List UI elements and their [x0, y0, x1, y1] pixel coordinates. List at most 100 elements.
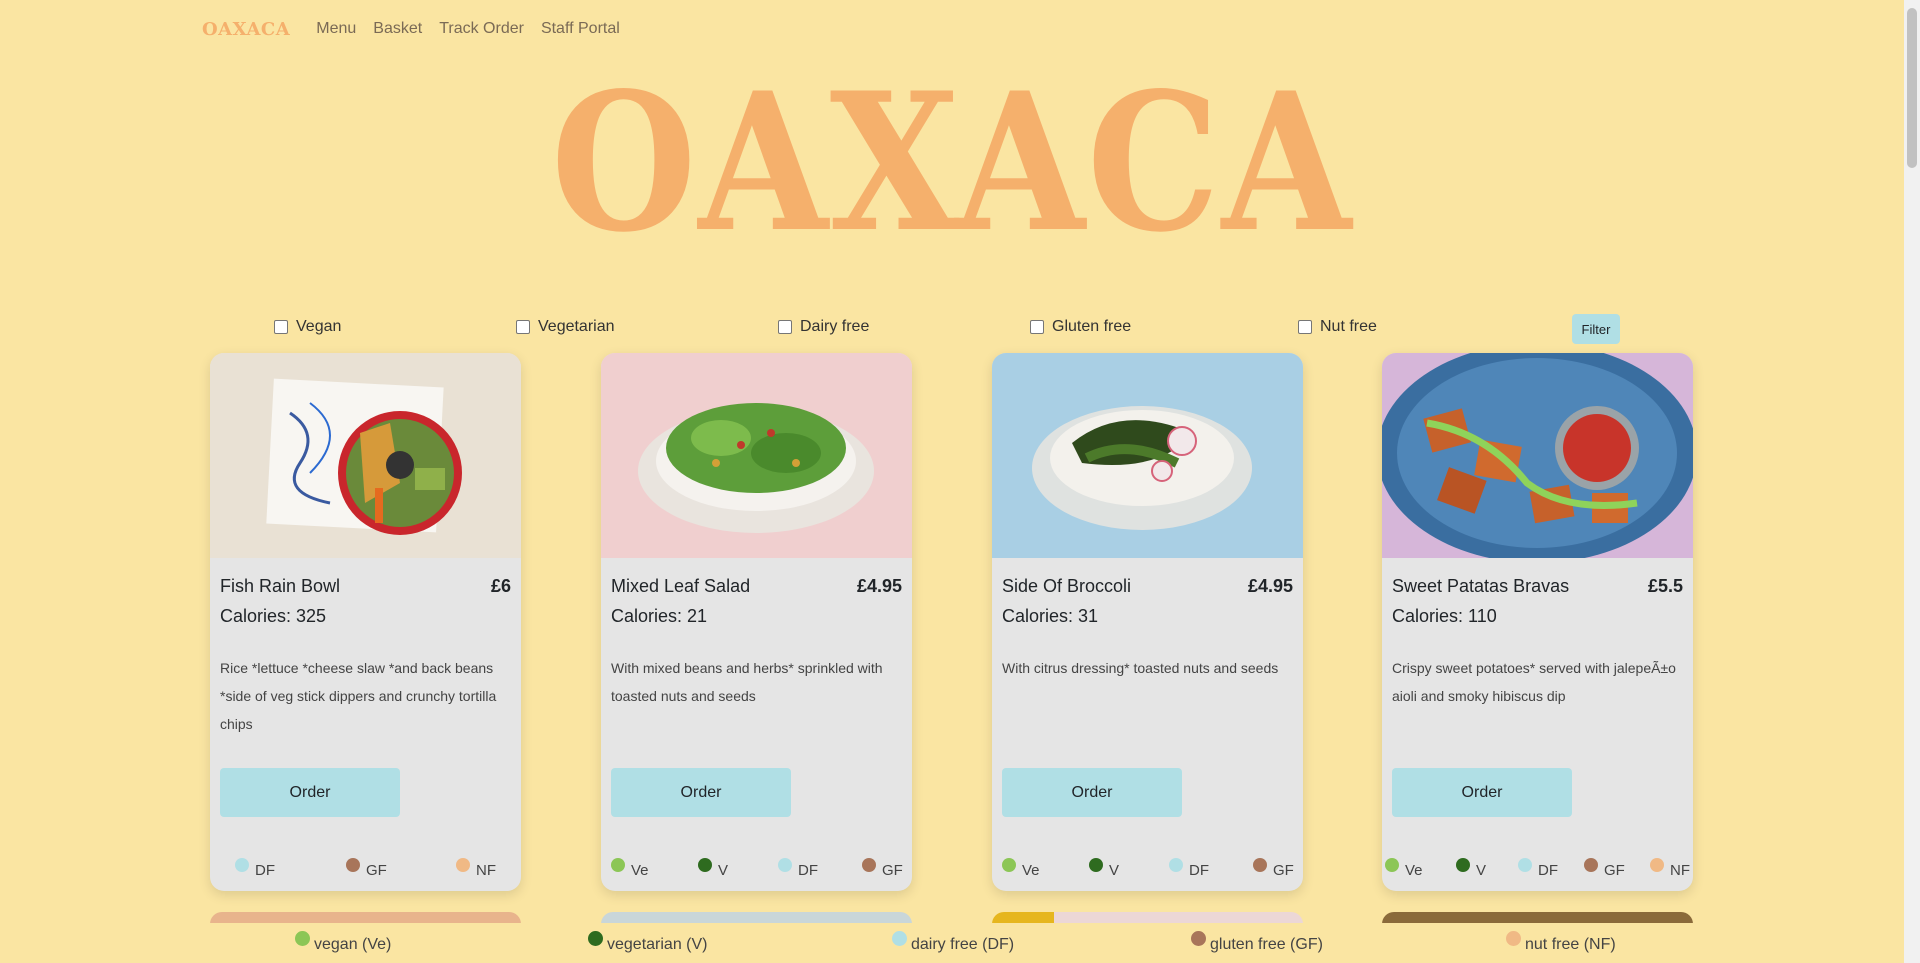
- tag-label: GF: [1604, 862, 1625, 879]
- filter-vegan[interactable]: Vegan: [274, 318, 341, 336]
- legend-gluten-free: gluten free (GF): [1191, 931, 1323, 954]
- nav-link-track-order[interactable]: Track Order: [439, 20, 524, 38]
- filter-button[interactable]: Filter: [1572, 314, 1620, 344]
- menu-card: Fish Rain Bowl £6 Calories: 325 Rice *le…: [210, 353, 521, 891]
- dairy-free-dot-icon: [235, 858, 249, 872]
- dish-calories: Calories: 325: [220, 606, 327, 626]
- legend-dairy-free: dairy free (DF): [892, 931, 1014, 954]
- menu-card: Sweet Patatas Bravas £5.5 Calories: 110 …: [1382, 353, 1693, 891]
- filter-label: Nut free: [1320, 318, 1377, 335]
- legend-vegan: vegan (Ve): [295, 931, 391, 954]
- dish-image: [992, 353, 1303, 558]
- tag-label: DF: [798, 862, 818, 879]
- tag-label: V: [1109, 862, 1120, 879]
- legend-label: vegetarian (V): [607, 936, 708, 953]
- tag-label: NF: [1670, 862, 1690, 879]
- dish-calories: Calories: 31: [1002, 606, 1099, 626]
- dish-calories: Calories: 21: [611, 606, 708, 626]
- dish-description: With citrus dressing* toasted nuts and s…: [1002, 660, 1279, 676]
- tag-label: DF: [1189, 862, 1209, 879]
- vegan-dot-icon: [611, 858, 625, 872]
- menu-card: Mixed Leaf Salad £4.95 Calories: 21 With…: [601, 353, 912, 891]
- dish-description: Crispy sweet potatoes* served with jalep…: [1392, 660, 1676, 704]
- dairy-free-dot-icon: [892, 931, 907, 946]
- tag-gf: GF: [1584, 858, 1625, 879]
- vegetarian-dot-icon: [588, 931, 603, 946]
- order-button[interactable]: Order: [1392, 768, 1572, 817]
- filter-label: Vegan: [296, 318, 342, 335]
- dietary-tags: Ve V DF GF NF: [1382, 858, 1693, 880]
- tag-label: Ve: [631, 862, 649, 879]
- dairy-free-checkbox[interactable]: [778, 320, 792, 334]
- nav-link-basket[interactable]: Basket: [373, 20, 422, 38]
- dairy-free-dot-icon: [1169, 858, 1183, 872]
- tag-v: V: [1089, 858, 1119, 879]
- dietary-tags: Ve V DF GF: [601, 858, 912, 880]
- nut-free-checkbox[interactable]: [1298, 320, 1312, 334]
- order-button[interactable]: Order: [1002, 768, 1182, 817]
- legend-nut-free: nut free (NF): [1506, 931, 1616, 954]
- filter-vegetarian[interactable]: Vegetarian: [516, 318, 615, 336]
- tag-label: NF: [476, 862, 496, 879]
- filter-dairy-free[interactable]: Dairy free: [778, 318, 869, 336]
- filter-label: Vegetarian: [538, 318, 615, 335]
- filter-nut-free[interactable]: Nut free: [1298, 318, 1377, 336]
- dairy-free-dot-icon: [778, 858, 792, 872]
- dish-image: [210, 353, 521, 558]
- tag-label: GF: [1273, 862, 1294, 879]
- menu-card: Side Of Broccoli £4.95 Calories: 31 With…: [992, 353, 1303, 891]
- vegetarian-dot-icon: [1456, 858, 1470, 872]
- vegan-dot-icon: [295, 931, 310, 946]
- gluten-free-dot-icon: [1584, 858, 1598, 872]
- vegetarian-dot-icon: [698, 858, 712, 872]
- vegan-checkbox[interactable]: [274, 320, 288, 334]
- filter-gluten-free[interactable]: Gluten free: [1030, 318, 1131, 336]
- dietary-tags: Ve V DF GF: [992, 858, 1303, 880]
- dish-image: [601, 353, 912, 558]
- tag-gf: GF: [862, 858, 903, 879]
- tag-df: DF: [1518, 858, 1558, 879]
- tag-nf: NF: [1650, 858, 1690, 879]
- dish-name: Fish Rain Bowl: [220, 576, 341, 596]
- dish-image: [1382, 353, 1693, 558]
- page-scrollbar[interactable]: [1904, 0, 1920, 963]
- dish-price: £4.95: [856, 576, 902, 596]
- dish-price: £6: [490, 576, 511, 596]
- gluten-free-dot-icon: [1253, 858, 1267, 872]
- brand-logo[interactable]: OAXACA: [202, 19, 290, 40]
- tag-gf: GF: [346, 858, 387, 879]
- legend-vegetarian: vegetarian (V): [588, 931, 708, 954]
- nav-link-menu[interactable]: Menu: [316, 20, 356, 38]
- dietary-tags: DF GF NF: [210, 858, 521, 880]
- tag-label: DF: [255, 862, 275, 879]
- tag-v: V: [1456, 858, 1486, 879]
- gluten-free-checkbox[interactable]: [1030, 320, 1044, 334]
- tag-ve: Ve: [611, 858, 649, 879]
- nut-free-dot-icon: [456, 858, 470, 872]
- gluten-free-dot-icon: [346, 858, 360, 872]
- gluten-free-dot-icon: [862, 858, 876, 872]
- tag-label: GF: [882, 862, 903, 879]
- tag-label: GF: [366, 862, 387, 879]
- nut-free-dot-icon: [1650, 858, 1664, 872]
- dish-name: Side Of Broccoli: [1002, 576, 1132, 596]
- hero-title: OAXACA: [550, 51, 1354, 274]
- tag-ve: Ve: [1002, 858, 1040, 879]
- dish-description: Rice *lettuce *cheese slaw *and back bea…: [220, 660, 497, 732]
- tag-gf: GF: [1253, 858, 1294, 879]
- vegetarian-checkbox[interactable]: [516, 320, 530, 334]
- nav-link-staff-portal[interactable]: Staff Portal: [541, 20, 620, 38]
- tag-label: Ve: [1405, 862, 1423, 879]
- tag-label: DF: [1538, 862, 1558, 879]
- scrollbar-thumb[interactable]: [1907, 8, 1917, 168]
- tag-label: V: [718, 862, 729, 879]
- dish-name: Mixed Leaf Salad: [611, 576, 751, 596]
- dish-price: £5.5: [1647, 576, 1683, 596]
- dairy-free-dot-icon: [1518, 858, 1532, 872]
- legend-label: nut free (NF): [1525, 936, 1616, 953]
- order-button[interactable]: Order: [220, 768, 400, 817]
- tag-label: V: [1476, 862, 1487, 879]
- tag-ve: Ve: [1385, 858, 1423, 879]
- order-button[interactable]: Order: [611, 768, 791, 817]
- tag-nf: NF: [456, 858, 496, 879]
